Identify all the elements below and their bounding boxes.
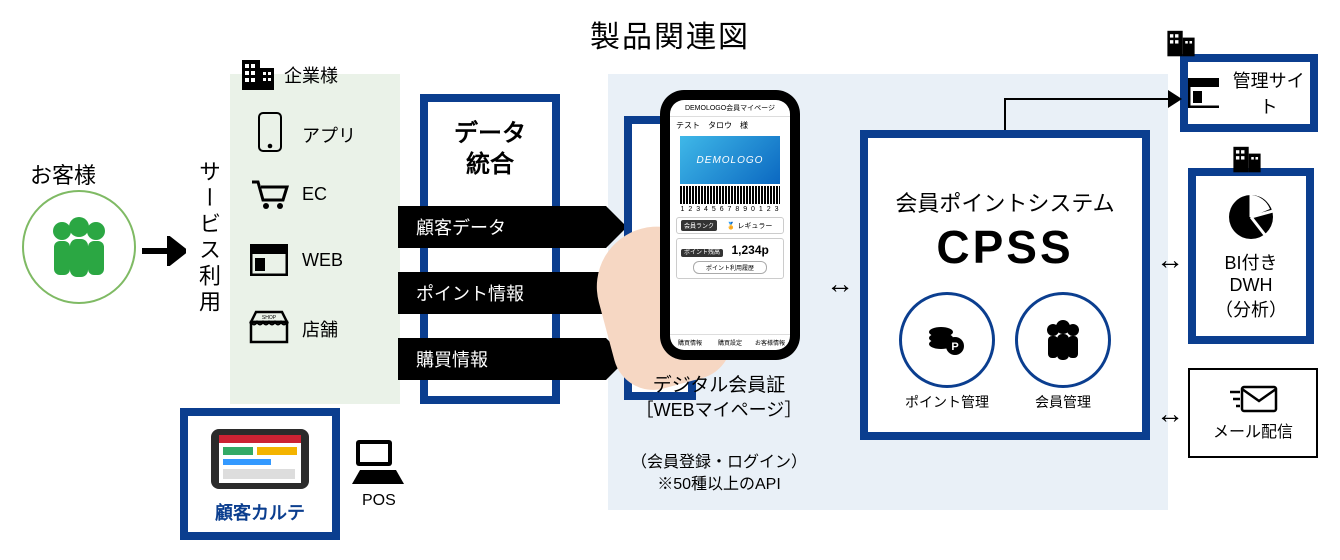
customer-label: お客様	[30, 158, 96, 190]
bar-customer-data: 顧客データ	[398, 206, 606, 248]
pos-label: POS	[362, 492, 396, 510]
channel-store-icon: SHOP	[248, 310, 290, 349]
digital-card-note1: （会員登録・ログイン）	[614, 448, 824, 472]
points-value: 1,234p	[731, 243, 768, 257]
mail-icon	[1228, 384, 1278, 414]
bi-building-icon	[1230, 140, 1264, 179]
digital-card-note2: ※50種以上のAPI	[614, 470, 824, 494]
barcode-number: 1 2 3 4 5 6 7 8 9 0 1 2 3	[670, 206, 790, 213]
phone-mockup: DEMOLOGO会員マイページ テスト タロウ 様 DEMOLOGO 1 2 3…	[660, 90, 800, 360]
connector-h	[1004, 98, 1172, 100]
phone-nav-2[interactable]: お客様情報	[750, 335, 790, 350]
digital-card-title2: ［WEBマイページ］	[614, 396, 824, 422]
coins-icon: P	[925, 318, 969, 362]
karte-label: 顧客カルテ	[215, 499, 305, 525]
point-mgmt-circle: P	[899, 292, 995, 388]
member-mgmt-circle	[1015, 292, 1111, 388]
channel-app-icon	[256, 112, 284, 157]
data-integration-title: データ 統合	[420, 118, 560, 180]
bar-point-info-label: ポイント情報	[416, 280, 524, 306]
phone-card-logo: DEMOLOGO	[680, 136, 780, 184]
barcode-graphic	[680, 186, 780, 204]
dblarrow-cpss-mail: ↔	[1156, 398, 1184, 430]
mail-box: メール配信	[1188, 368, 1318, 458]
building-icon	[238, 52, 278, 97]
bar-purchase-info-label: 購買情報	[416, 346, 488, 372]
people-icon	[42, 217, 116, 277]
svg-text:SHOP: SHOP	[262, 315, 277, 321]
members-icon	[1039, 318, 1087, 362]
admin-site-icon	[1188, 78, 1219, 108]
channel-ec-label: EC	[302, 184, 327, 205]
point-mgmt-label: ポイント管理	[899, 392, 995, 412]
cpss-title: 会員ポイントシステム	[895, 186, 1114, 218]
rank-value: レギュラー	[737, 223, 772, 230]
admin-building-icon	[1164, 24, 1198, 63]
customer-circle	[22, 190, 136, 304]
admin-site-box: 管理サイト	[1180, 54, 1318, 132]
bar-point-info: ポイント情報	[398, 272, 606, 314]
enterprise-label: 企業様	[284, 62, 338, 88]
points-detail-btn[interactable]: ポイント利用履歴	[693, 261, 767, 274]
admin-site-label: 管理サイト	[1227, 67, 1310, 119]
bi-dwh-box: BI付き DWH （分析）	[1188, 168, 1314, 344]
rank-label: 会員ランク	[681, 220, 717, 231]
karte-box: 顧客カルテ	[180, 408, 340, 540]
channel-ec-icon	[250, 178, 290, 217]
connector-v	[1004, 98, 1006, 130]
cpss-name: CPSS	[936, 220, 1073, 274]
mail-label: メール配信	[1213, 418, 1293, 442]
channel-store-label: 店舗	[302, 316, 338, 342]
phone-nav-1[interactable]: 購買設定	[710, 335, 750, 350]
pos-icon	[350, 436, 406, 495]
cpss-box: 会員ポイントシステム CPSS P ポイント管理 会員管理	[860, 130, 1150, 440]
diagram-title: 製品関連図	[590, 12, 750, 56]
channel-web-label: WEB	[302, 250, 343, 271]
member-mgmt-label: 会員管理	[1015, 392, 1111, 412]
pie-chart-icon	[1225, 191, 1277, 243]
digital-card-title1: デジタル会員証	[614, 370, 824, 397]
phone-header: DEMOLOGO会員マイページ	[670, 100, 790, 117]
tablet-icon	[205, 423, 315, 495]
bi-line3: （分析）	[1215, 296, 1287, 322]
dblarrow-phone-cpss: ↔	[826, 268, 854, 300]
channel-app-label: アプリ	[302, 122, 356, 148]
bar-customer-data-label: 顧客データ	[416, 214, 506, 240]
bi-line2: DWH	[1230, 275, 1273, 296]
points-label: ポイント残高	[681, 249, 723, 257]
arrow-customer-to-service	[140, 236, 186, 271]
connector-arrowhead	[1168, 90, 1182, 113]
bi-line1: BI付き	[1224, 249, 1277, 275]
dblarrow-cpss-bi: ↔	[1156, 244, 1184, 276]
phone-username: テスト タロウ 様	[670, 117, 790, 134]
service-use-label: サービス利用	[192, 160, 224, 316]
bar-purchase-info: 購買情報	[398, 338, 606, 380]
phone-nav-0[interactable]: 購買情報	[670, 335, 710, 350]
svg-text:P: P	[951, 341, 958, 353]
channel-web-icon	[250, 244, 288, 281]
